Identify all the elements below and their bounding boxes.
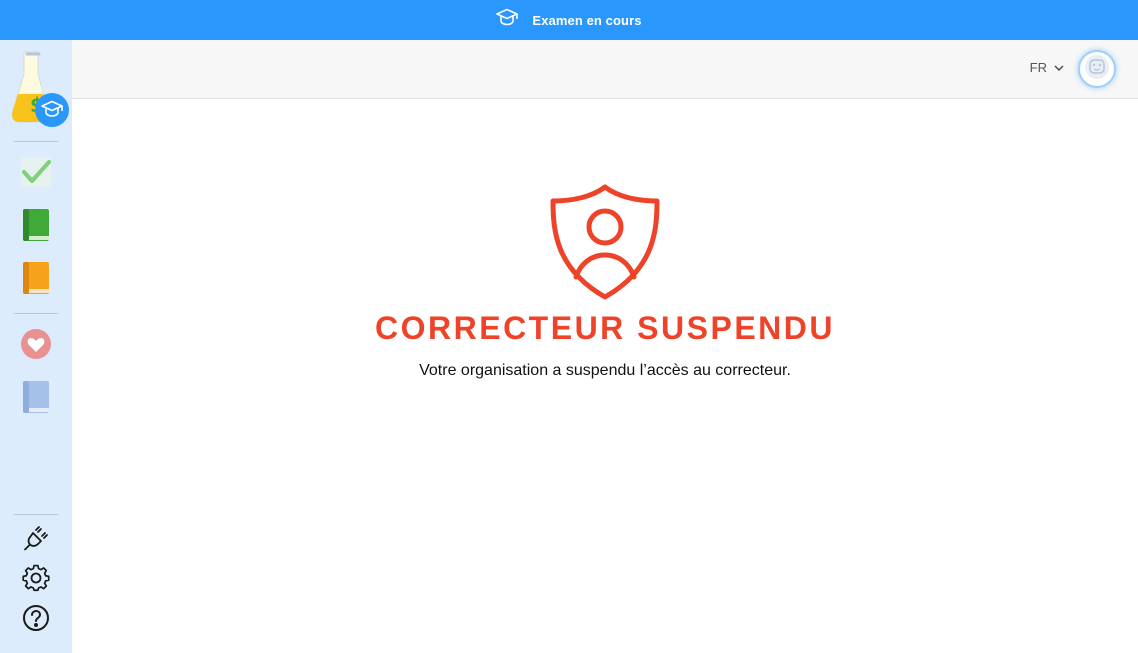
gear-icon — [22, 564, 50, 597]
user-avatar[interactable] — [1078, 50, 1116, 88]
sidebar-item-help[interactable] — [16, 600, 56, 640]
sidebar-divider — [14, 313, 58, 314]
sidebar-divider — [14, 141, 58, 142]
flask-graduation-logo[interactable]: $ — [8, 48, 72, 130]
user-avatar-icon — [1084, 54, 1110, 85]
sidebar-divider — [14, 514, 58, 515]
sidebar: $ — [0, 40, 72, 653]
graduation-cap-icon — [496, 8, 519, 33]
blue-book-icon — [22, 380, 50, 419]
page-heading: CORRECTEUR SUSPENDU — [375, 310, 835, 346]
banner-title: Examen en cours — [532, 12, 642, 28]
checkmark-icon — [20, 156, 52, 193]
language-selector[interactable]: FR — [1030, 60, 1064, 75]
status-message: Votre organisation a suspendu l’accès au… — [419, 362, 791, 379]
orange-book-icon — [22, 261, 50, 300]
exam-banner: Examen en cours — [0, 0, 1138, 40]
chevron-down-icon — [1054, 60, 1064, 75]
sidebar-item-integrations[interactable] — [16, 520, 56, 560]
main-content: CORRECTEUR SUSPENDU Votre organisation a… — [72, 99, 1138, 653]
heart-icon — [20, 328, 52, 365]
sidebar-item-green-book[interactable] — [16, 207, 56, 247]
sidebar-item-settings[interactable] — [16, 560, 56, 600]
shield-user-icon — [548, 183, 662, 301]
sidebar-item-favorites[interactable] — [16, 326, 56, 366]
sidebar-item-blue-book[interactable] — [16, 379, 56, 419]
sidebar-item-orange-book[interactable] — [16, 260, 56, 300]
language-label: FR — [1029, 60, 1047, 75]
sidebar-item-corrections[interactable] — [16, 154, 56, 194]
help-icon — [22, 604, 50, 637]
top-bar: FR — [72, 40, 1138, 99]
green-book-icon — [22, 208, 50, 247]
plug-icon — [22, 524, 50, 557]
